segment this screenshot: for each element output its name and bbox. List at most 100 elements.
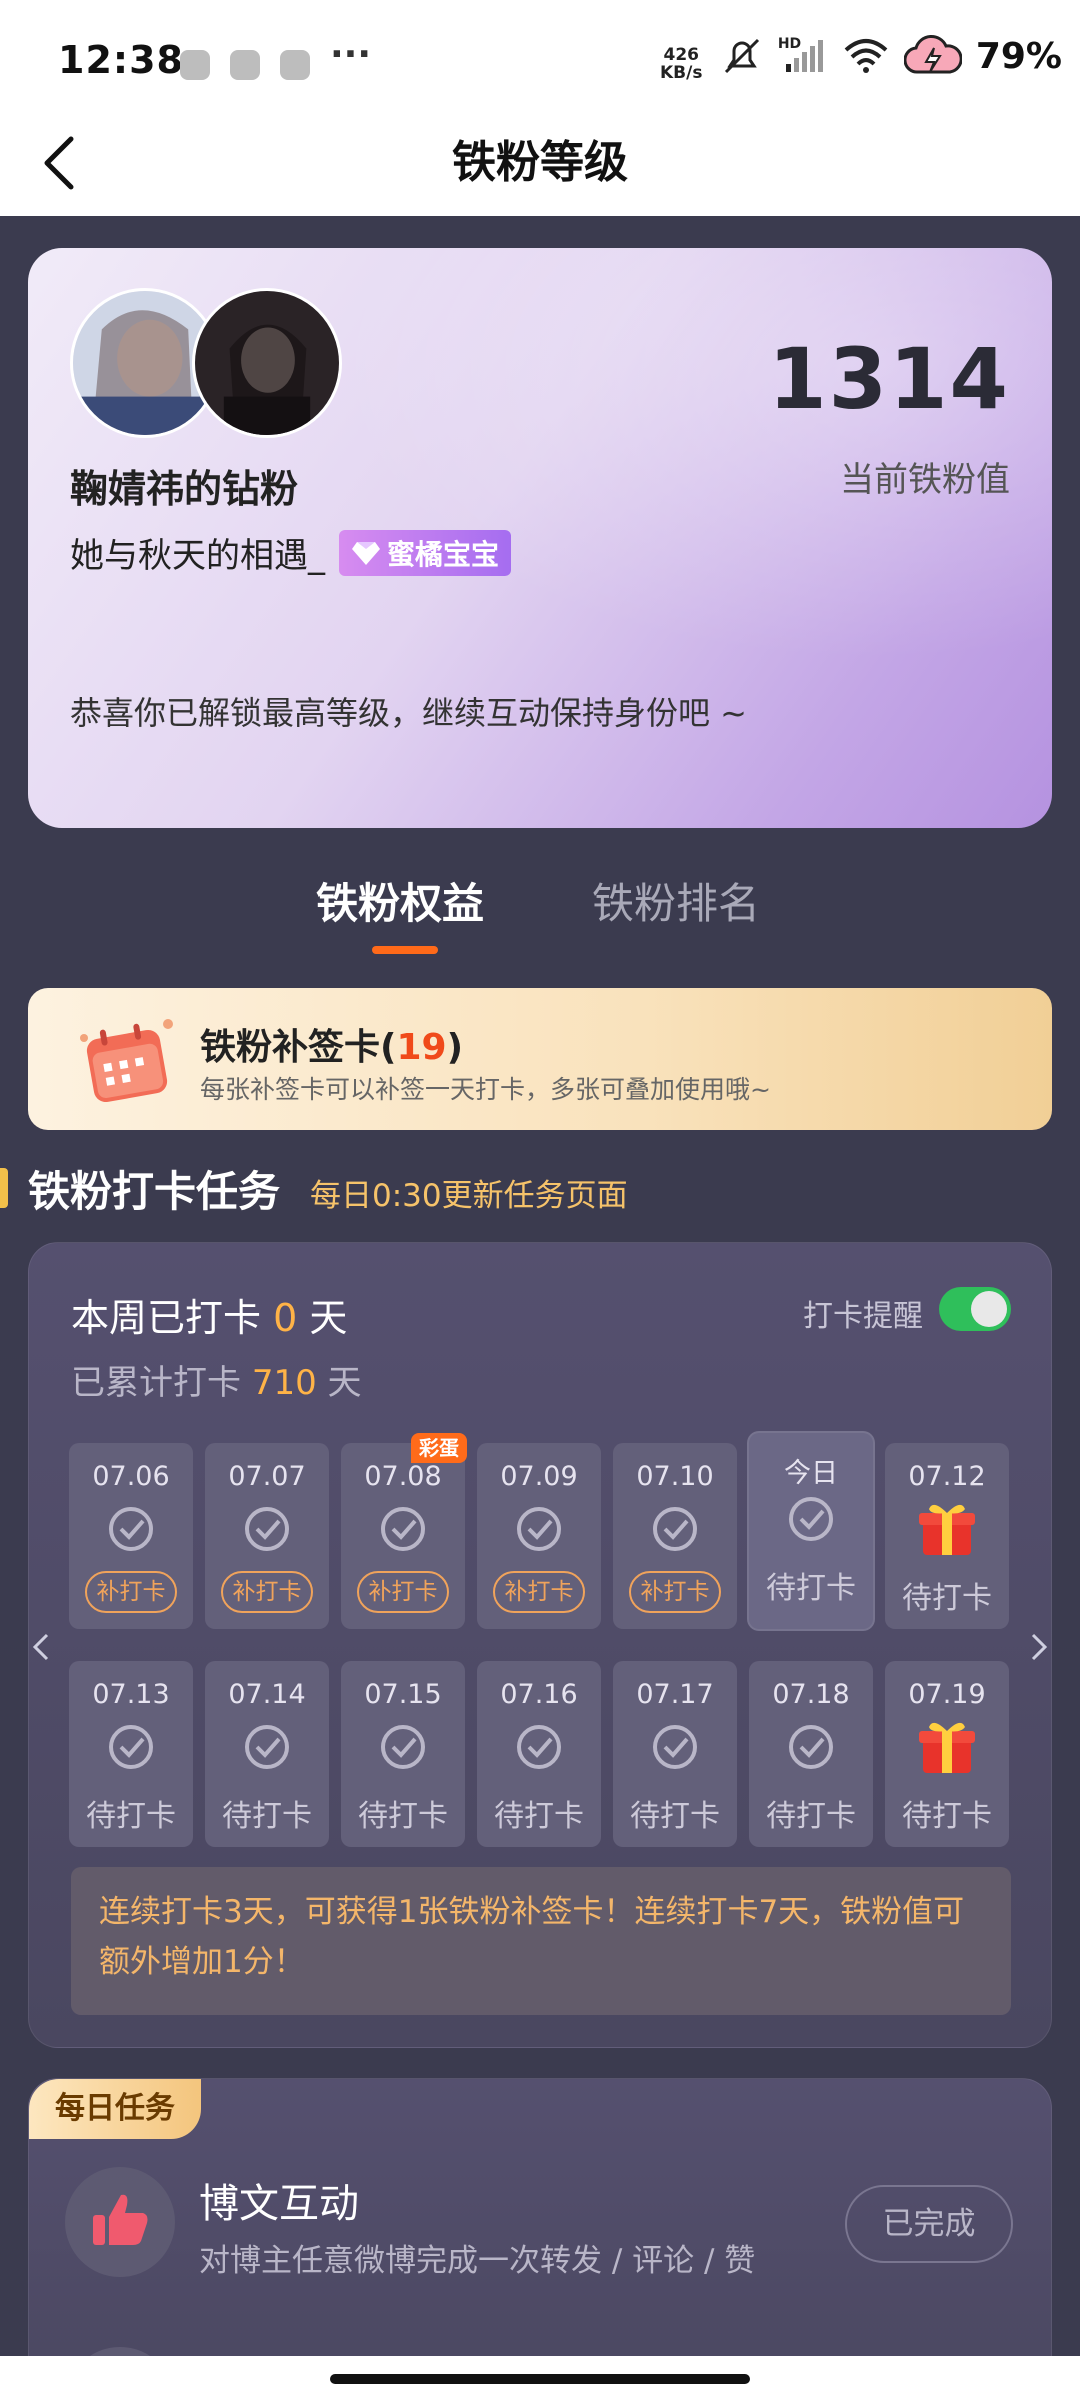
- active-tab-indicator: [372, 946, 438, 954]
- easter-egg-tag: 彩蛋: [411, 1433, 467, 1463]
- day-cell[interactable]: 07.09 补打卡: [477, 1443, 601, 1629]
- day-date: 07.07: [228, 1461, 306, 1492]
- day-date: 07.10: [636, 1461, 714, 1492]
- fan-badge-label: 蜜橘宝宝: [387, 537, 500, 571]
- checkin-section-title: 铁粉打卡任务: [28, 1167, 281, 1216]
- day-cell[interactable]: 07.14 待打卡: [205, 1661, 329, 1847]
- fan-badge: 蜜橘宝宝: [339, 529, 512, 576]
- makeup-card-banner[interactable]: 铁粉补签卡(19) 每张补签卡可以补签一天打卡，多张可叠加使用哦~: [28, 988, 1052, 1130]
- check-circle-icon: [245, 1507, 289, 1551]
- day-status: 待打卡: [902, 1581, 992, 1616]
- makeup-card-title-prefix: 铁粉补签卡(: [200, 1027, 397, 1068]
- fan-score-label: 当前铁粉值: [840, 460, 1010, 500]
- check-circle-icon: [245, 1725, 289, 1769]
- page-header: 铁粉等级: [0, 112, 1080, 216]
- prev-week-arrow-icon[interactable]: [27, 1627, 57, 1667]
- day-status: 待打卡: [766, 1571, 856, 1606]
- week-checkin-summary: 本周已打卡 0 天: [71, 1287, 347, 1342]
- check-circle-icon: [109, 1507, 153, 1551]
- daily-tasks-tag: 每日任务: [29, 2079, 201, 2139]
- thumbs-up-icon: [93, 2194, 148, 2245]
- task-icon-wrapper: [65, 2167, 175, 2277]
- week-checkin-prefix: 本周已打卡: [71, 1296, 262, 1340]
- more-notifications-icon: ···: [330, 34, 372, 75]
- day-cell[interactable]: 07.16 待打卡: [477, 1661, 601, 1847]
- day-date: 07.14: [228, 1679, 306, 1710]
- checkin-reminder-label: 打卡提醒: [803, 1299, 923, 1334]
- cell-signal-icon: HD: [778, 36, 828, 76]
- day-cell[interactable]: 07.13 待打卡: [69, 1661, 193, 1847]
- total-checkin-unit: 天: [327, 1363, 362, 1403]
- gift-icon: [919, 1722, 975, 1773]
- calendar-icon: [80, 1019, 173, 1103]
- check-circle-icon: [109, 1725, 153, 1769]
- status-bar: 12:38 ··· 426 KB/s HD 79%: [0, 0, 1080, 126]
- check-circle-icon: [653, 1507, 697, 1551]
- day-date: 07.18: [772, 1679, 850, 1710]
- status-right-group: HD 79%: [720, 34, 1062, 78]
- task-description: 对博主任意微博完成一次转发 / 评论 / 赞: [199, 2243, 756, 2279]
- makeup-checkin-button[interactable]: 补打卡: [357, 1571, 449, 1613]
- day-cell[interactable]: 07.12 待打卡: [885, 1443, 1009, 1629]
- weibo-notification-icon: [180, 50, 210, 80]
- next-week-arrow-icon[interactable]: [1023, 1627, 1053, 1667]
- tab-fan-ranking[interactable]: 铁粉排名: [592, 870, 760, 931]
- home-indicator[interactable]: [330, 2374, 750, 2384]
- day-date: 07.17: [636, 1679, 714, 1710]
- profile-card: 鞠婧祎的钻粉 她与秋天的相遇_ 蜜橘宝宝 1314 当前铁粉值 恭喜你已解锁最高…: [28, 248, 1052, 828]
- day-cell[interactable]: 07.15 待打卡: [341, 1661, 465, 1847]
- day-status: 待打卡: [902, 1799, 992, 1834]
- gift-icon: [919, 1504, 975, 1555]
- day-date: 07.06: [92, 1461, 170, 1492]
- checkin-panel: 本周已打卡 0 天 已累计打卡 710 天 打卡提醒 07.06 补打卡 07.…: [28, 1242, 1052, 2048]
- task-completed-button[interactable]: 已完成: [845, 2185, 1013, 2263]
- toggle-knob: [971, 1291, 1007, 1327]
- net-speed-value: 426: [663, 45, 699, 65]
- user-row: 她与秋天的相遇_ 蜜橘宝宝: [70, 528, 512, 577]
- day-cell[interactable]: 07.19 待打卡: [885, 1661, 1009, 1847]
- total-checkin-summary: 已累计打卡 710 天: [71, 1355, 362, 1404]
- check-circle-icon: [789, 1725, 833, 1769]
- day-date: 07.08: [364, 1461, 442, 1492]
- battery-percent: 79%: [975, 35, 1062, 77]
- check-circle-icon: [517, 1507, 561, 1551]
- check-circle-icon: [517, 1725, 561, 1769]
- day-date: 07.19: [908, 1679, 986, 1710]
- daily-tasks-panel: 每日任务 博文互动 对博主任意微博完成一次转发 / 评论 / 赞 已完成: [28, 2078, 1052, 2400]
- day-cell[interactable]: 07.10 补打卡: [613, 1443, 737, 1629]
- day-status: 待打卡: [494, 1799, 584, 1834]
- battery-charging-icon: [903, 35, 962, 74]
- net-speed-unit: KB/s: [660, 63, 703, 83]
- week-checkin-count: 0: [273, 1296, 298, 1340]
- checkin-reminder-toggle[interactable]: [939, 1287, 1011, 1331]
- day-cell[interactable]: 07.17 待打卡: [613, 1661, 737, 1847]
- makeup-checkin-button[interactable]: 补打卡: [85, 1571, 177, 1613]
- day-cell[interactable]: 07.06 补打卡: [69, 1443, 193, 1629]
- makeup-checkin-button[interactable]: 补打卡: [493, 1571, 585, 1613]
- makeup-card-count: 19: [396, 1027, 447, 1068]
- day-date: 07.13: [92, 1679, 170, 1710]
- section-accent-bar: [0, 1168, 8, 1208]
- fan-level-title: 鞠婧祎的钻粉: [70, 467, 299, 511]
- day-date: 07.16: [500, 1679, 578, 1710]
- check-circle-icon: [653, 1725, 697, 1769]
- day-status: 待打卡: [766, 1799, 856, 1834]
- day-cell[interactable]: 07.07 补打卡: [205, 1443, 329, 1629]
- day-status: 待打卡: [222, 1799, 312, 1834]
- day-cell[interactable]: 07.18 待打卡: [749, 1661, 873, 1847]
- day-status: 待打卡: [358, 1799, 448, 1834]
- app-notification-icon: [280, 50, 310, 80]
- congrats-message: 恭喜你已解锁最高等级，继续互动保持身份吧 ~: [70, 694, 747, 732]
- gesture-bar: [0, 2356, 1080, 2400]
- star-avatar[interactable]: [192, 288, 342, 438]
- makeup-card-title: 铁粉补签卡(19): [200, 1018, 463, 1070]
- diamond-icon: [352, 541, 380, 565]
- page-title: 铁粉等级: [452, 137, 628, 188]
- makeup-card-title-suffix: ): [446, 1027, 464, 1068]
- wifi-icon: [844, 39, 888, 73]
- day-cell-today[interactable]: 今日 待打卡: [749, 1433, 873, 1629]
- tab-fan-benefits[interactable]: 铁粉权益: [316, 870, 484, 931]
- day-cell[interactable]: 彩蛋 07.08 补打卡: [341, 1433, 467, 1629]
- makeup-checkin-button[interactable]: 补打卡: [221, 1571, 313, 1613]
- makeup-checkin-button[interactable]: 补打卡: [629, 1571, 721, 1613]
